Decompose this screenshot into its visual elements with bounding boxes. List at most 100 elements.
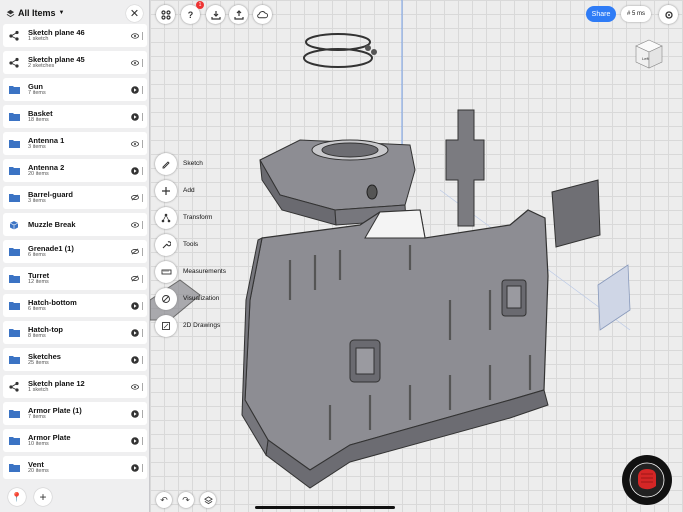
- drag-handle[interactable]: [142, 247, 143, 256]
- folder-icon: [8, 138, 20, 150]
- play-icon[interactable]: [131, 463, 139, 472]
- sidebar-item[interactable]: Sketch plane 45 2 sketches: [3, 51, 147, 74]
- sidebar-item[interactable]: Turret 12 items: [3, 267, 147, 290]
- drag-handle[interactable]: [142, 274, 143, 283]
- eye-icon[interactable]: [131, 59, 139, 67]
- tool-tools[interactable]: Tools: [155, 231, 255, 258]
- sidebar-item[interactable]: Sketch plane 12 1 sketch: [3, 375, 147, 398]
- eye-off-icon[interactable]: [131, 275, 139, 283]
- sidebar-item[interactable]: Antenna 13 items: [3, 132, 147, 155]
- folder-icon: [8, 462, 20, 474]
- export-button[interactable]: [229, 5, 248, 24]
- close-sidebar-button[interactable]: ✕: [126, 4, 143, 22]
- undo-button[interactable]: ↶: [156, 492, 172, 508]
- layers-button[interactable]: [200, 492, 216, 508]
- sidebar-header: All Items ▼ ✕: [0, 0, 149, 26]
- tool-2d-drawings[interactable]: 2D Drawings: [155, 312, 255, 339]
- tool-sketch[interactable]: Sketch: [155, 150, 255, 177]
- folder-icon: [8, 327, 20, 339]
- eye-off-icon[interactable]: [131, 194, 139, 202]
- tool-label: Tools: [183, 241, 199, 248]
- eye-icon[interactable]: [131, 32, 139, 40]
- sidebar-item[interactable]: Hatch-top 8 items: [3, 321, 147, 344]
- drag-handle[interactable]: [142, 220, 143, 229]
- sidebar-item[interactable]: Antenna 2 20 items: [3, 159, 147, 182]
- drag-handle[interactable]: [142, 463, 143, 472]
- sidebar-item-count: 8 items: [28, 332, 46, 339]
- drag-handle[interactable]: [142, 193, 143, 202]
- sidebar-item-count: 18 items: [28, 116, 49, 123]
- drag-handle[interactable]: [142, 301, 143, 310]
- snap-setting[interactable]: # 5 ms: [621, 6, 651, 22]
- sidebar-item[interactable]: Vent 20 items: [3, 456, 147, 479]
- cloud-button[interactable]: [253, 5, 272, 24]
- play-icon[interactable]: [131, 166, 139, 175]
- sidebar-item-text: Basket 18 items: [28, 109, 128, 124]
- add-item-button[interactable]: +: [34, 488, 52, 506]
- folder-icon: [8, 246, 20, 258]
- tool-label: Visualization: [183, 295, 220, 302]
- sidebar-item[interactable]: Sketches 25 items: [3, 348, 147, 371]
- sidebar-item-count: 3 items: [28, 197, 46, 204]
- folder-icon: [8, 354, 20, 366]
- eye-off-icon[interactable]: [131, 248, 139, 256]
- sidebar-item[interactable]: Armor Plate (1) 7 items: [3, 402, 147, 425]
- sidebar-item-text: Grenade1 (1) 6 items: [28, 244, 128, 259]
- grid-icon: [160, 9, 171, 20]
- play-icon[interactable]: [131, 355, 139, 364]
- sidebar-item-text: Barrel-guard 3 items: [28, 190, 128, 205]
- eye-icon[interactable]: [131, 140, 139, 148]
- drag-handle[interactable]: [142, 436, 143, 445]
- sidebar-item-text: Sketch plane 45 2 sketches: [28, 55, 128, 70]
- 3d-canvas[interactable]: ? 1 Share # 5 ms Left Sketch Add Transform…: [150, 0, 683, 512]
- drag-handle[interactable]: [142, 112, 143, 121]
- eye-icon[interactable]: [131, 383, 139, 391]
- import-button[interactable]: [206, 5, 225, 24]
- sidebar-item[interactable]: Grenade1 (1) 6 items: [3, 240, 147, 263]
- sidebar-item[interactable]: Armor Plate 10 items: [3, 429, 147, 452]
- sidebar-item[interactable]: Barrel-guard 3 items: [3, 186, 147, 209]
- tool-visualization[interactable]: Visualization: [155, 285, 255, 312]
- tool-add[interactable]: Add: [155, 177, 255, 204]
- drag-handle[interactable]: [142, 382, 143, 391]
- sidebar-item-text: Antenna 2 20 items: [28, 163, 128, 178]
- sidebar-item[interactable]: Hatch-bottom 6 items: [3, 294, 147, 317]
- folder-icon: [8, 192, 20, 204]
- sketch-plane-icon: [8, 57, 20, 69]
- tool-label: 2D Drawings: [183, 322, 221, 329]
- share-button[interactable]: Share: [586, 6, 616, 22]
- sidebar-item[interactable]: Gun 7 items: [3, 78, 147, 101]
- sidebar-item-count: 20 items: [28, 467, 49, 474]
- play-icon[interactable]: [131, 436, 139, 445]
- play-icon[interactable]: [131, 409, 139, 418]
- redo-button[interactable]: ↷: [178, 492, 194, 508]
- drag-handle[interactable]: [142, 328, 143, 337]
- view-cube[interactable]: Left: [634, 38, 664, 70]
- help-button[interactable]: ? 1: [181, 1, 204, 24]
- tool-transform[interactable]: Transform: [155, 204, 255, 231]
- drag-handle[interactable]: [142, 85, 143, 94]
- sidebar-item[interactable]: Sketch plane 46 1 sketch: [3, 24, 147, 47]
- play-icon[interactable]: [131, 112, 139, 121]
- drag-handle[interactable]: [142, 139, 143, 148]
- play-icon[interactable]: [131, 85, 139, 94]
- items-sidebar: All Items ▼ ✕ Sketch plane 46 1 sketch Ske…: [0, 0, 150, 512]
- drag-handle[interactable]: [142, 31, 143, 40]
- drag-handle[interactable]: [142, 166, 143, 175]
- drawing-icon: [155, 314, 177, 337]
- drag-handle[interactable]: [142, 355, 143, 364]
- play-icon[interactable]: [131, 328, 139, 337]
- settings-button[interactable]: [659, 5, 678, 24]
- grid-menu-button[interactable]: [156, 5, 175, 24]
- sidebar-item[interactable]: Muzzle Break: [3, 213, 147, 236]
- drag-handle[interactable]: [142, 409, 143, 418]
- pin-icon: 📍: [11, 491, 23, 502]
- drag-handle[interactable]: [142, 58, 143, 67]
- sidebar-item[interactable]: Basket 18 items: [3, 105, 147, 128]
- pin-button[interactable]: 📍: [8, 488, 26, 506]
- eye-icon[interactable]: [131, 221, 139, 229]
- all-items-dropdown[interactable]: All Items ▼: [6, 8, 64, 18]
- sidebar-item-text: Sketch plane 12 1 sketch: [28, 379, 128, 394]
- tool-measurements[interactable]: Measurements: [155, 258, 255, 285]
- play-icon[interactable]: [131, 301, 139, 310]
